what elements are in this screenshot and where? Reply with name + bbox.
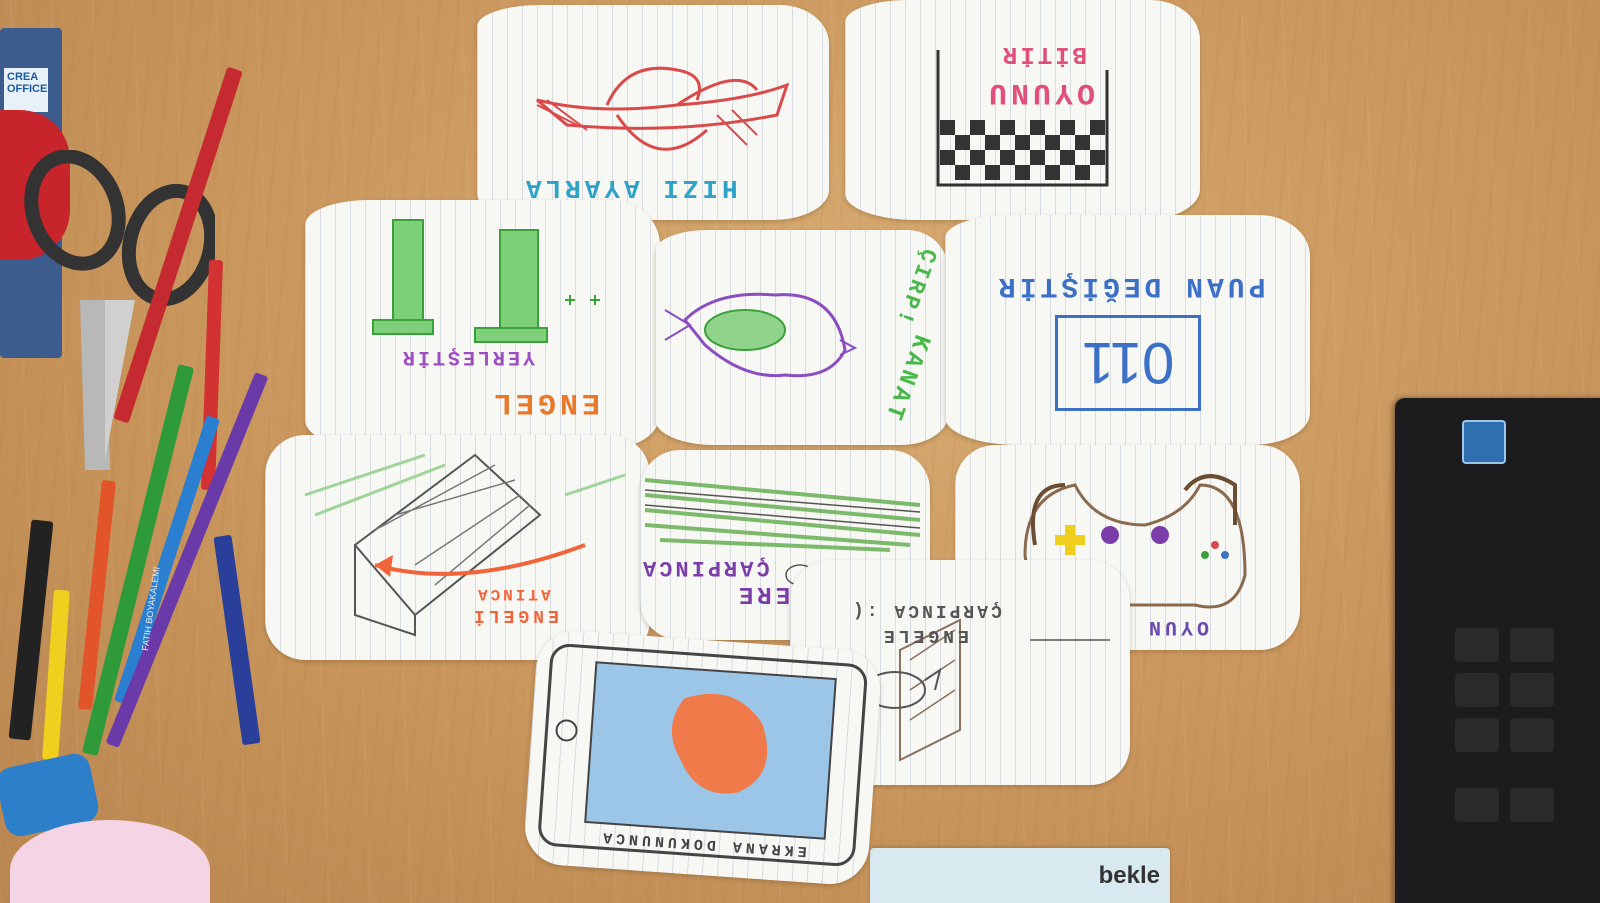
desk-scene: CREA OFFICE FATIH BOYAKALEMI bekle HIZI … [0,0,1600,903]
card-kanat-cirp: KANAT ÇIRP! [655,230,948,445]
card-engel-yerlestir: ENGEL YERLEŞTİR [305,200,660,450]
card-caption: HIZI AYARLA [522,173,738,203]
tape-label: bekle [1098,862,1160,889]
package-label: CREA OFFICE [4,68,48,112]
card-hizi-ayarla: HIZI AYARLA [477,5,829,220]
card-caption: ENGELİ [470,605,559,625]
card-caption-2: YERLEŞTİR [400,345,536,368]
card-caption-2: ATINCA [475,585,551,603]
score-value: 011 [1081,330,1175,396]
card-oyunu-bitir: OYUNU BİTİR [845,0,1200,220]
card-caption-2: BİTİR [1000,40,1088,67]
card-caption: OYUN [1145,615,1210,638]
key [1510,788,1554,822]
key [1510,718,1554,752]
key [1455,673,1499,707]
pipes-sketch [372,219,600,343]
card-caption: OYUNU [985,75,1096,109]
key [1455,718,1499,752]
key [1455,628,1499,662]
checker-box-sketch [936,50,1109,187]
card-engeli-atinca: ENGELİ ATINCA [265,435,650,660]
key [1510,673,1554,707]
card-caption: PUAN DEĞİŞTİR [995,270,1266,301]
card-ekrana-dokununca: EKRANA DOKUNUNCA [522,628,883,887]
key [1510,628,1554,662]
score-box: 011 [1055,315,1201,411]
card-caption: ENGELE [880,625,969,645]
sticky-tape: bekle [870,848,1170,903]
card-caption-2: ÇARPINCA :( [850,600,1002,620]
checker-pattern [940,120,1105,180]
laptop-sticker [1462,420,1506,464]
key [1455,788,1499,822]
laptop [1395,398,1600,903]
card-puan-degistir: 011 PUAN DEĞİŞTİR [945,215,1310,445]
card-caption: ENGEL [490,385,601,419]
card-caption-2: ÇARPINCA [640,555,770,580]
brick-wall-sketch [304,453,626,637]
